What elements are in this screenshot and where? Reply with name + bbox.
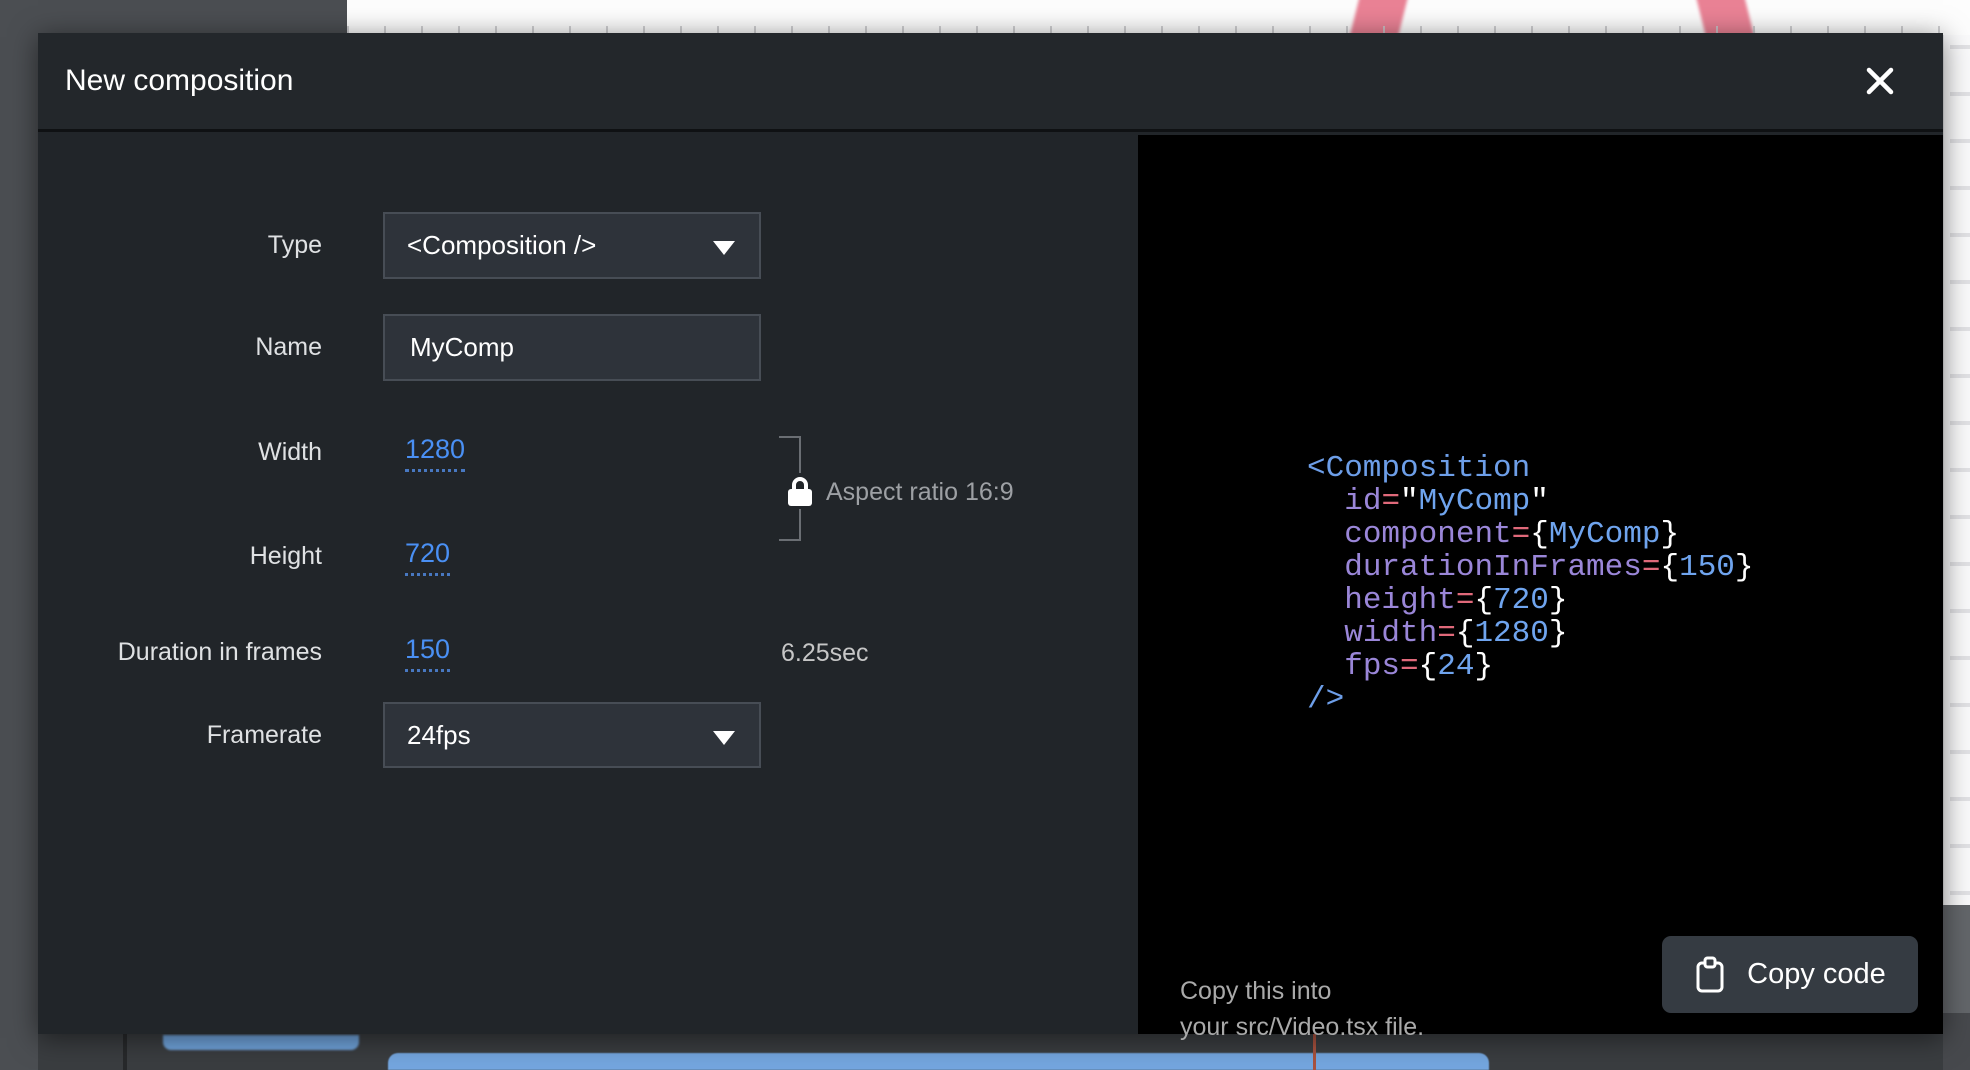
code-preview-panel: <Composition id="MyComp" component={MyCo… <box>1138 135 1943 1034</box>
code-token: } <box>1661 517 1680 552</box>
code-token: = <box>1381 484 1400 519</box>
width-label: Width <box>38 434 322 470</box>
aspect-bracket-bottom-tick <box>779 539 800 541</box>
code-token: } <box>1549 583 1568 618</box>
type-select-value: <Composition /> <box>407 230 596 260</box>
duration-label: Duration in frames <box>38 634 322 670</box>
code-token: { <box>1419 649 1438 684</box>
code-token: " <box>1530 484 1549 519</box>
composition-form: Type <Composition /> Name MyComp Width 1… <box>38 135 1138 1034</box>
width-value-link[interactable]: 1280 <box>405 434 465 472</box>
framerate-label: Framerate <box>38 702 322 768</box>
code-token <box>1307 484 1344 519</box>
name-input-value: MyComp <box>410 332 514 362</box>
code-token: " <box>1400 484 1419 519</box>
background-right-panel <box>1943 35 1970 905</box>
clipboard-icon <box>1694 956 1726 994</box>
code-token: } <box>1549 616 1568 651</box>
background-topleft-block <box>0 0 347 35</box>
code-token: } <box>1474 649 1493 684</box>
code-token <box>1307 517 1344 552</box>
lock-icon <box>786 473 814 509</box>
chevron-down-icon <box>713 731 735 745</box>
code-token: id <box>1344 484 1381 519</box>
background-right-gray <box>1943 905 1970 1013</box>
code-token: { <box>1474 583 1493 618</box>
timeline-blue-tab <box>163 1035 359 1050</box>
code-token: { <box>1530 517 1549 552</box>
name-input[interactable]: MyComp <box>383 314 761 381</box>
code-token: = <box>1642 550 1661 585</box>
chevron-down-icon <box>713 241 735 255</box>
duration-seconds-label: 6.25sec <box>781 636 869 670</box>
code-token: /> <box>1307 682 1344 717</box>
code-token: = <box>1400 649 1419 684</box>
close-icon[interactable] <box>1863 64 1897 98</box>
code-token: component <box>1344 517 1511 552</box>
code-token <box>1307 583 1344 618</box>
background-timeline-strip <box>38 1034 1943 1070</box>
duration-value-link[interactable]: 150 <box>405 634 450 672</box>
code-block: <Composition id="MyComp" component={MyCo… <box>1307 452 1754 716</box>
code-token <box>1307 550 1344 585</box>
type-select[interactable]: <Composition /> <box>383 212 761 279</box>
background-top-ruler <box>347 0 1970 35</box>
framerate-select[interactable]: 24fps <box>383 702 761 768</box>
code-token: MyComp <box>1549 517 1661 552</box>
new-composition-dialog: New composition Type <Composition /> Nam… <box>38 33 1943 1034</box>
code-token: = <box>1437 616 1456 651</box>
code-token: height <box>1344 583 1456 618</box>
code-token <box>1307 616 1344 651</box>
code-token: { <box>1456 616 1475 651</box>
background-left-strip <box>0 0 38 1070</box>
type-label: Type <box>38 212 322 279</box>
background-right-dark <box>1943 1013 1970 1070</box>
aspect-ratio-label: Aspect ratio 16:9 <box>826 478 1014 506</box>
height-value-link[interactable]: 720 <box>405 538 450 576</box>
code-token: 720 <box>1493 583 1549 618</box>
framerate-select-value: 24fps <box>407 720 471 750</box>
code-caption: Copy this into your src/Video.tsx file. <box>1180 973 1424 1045</box>
dialog-title: New composition <box>65 33 293 129</box>
code-token: 150 <box>1679 550 1735 585</box>
timeline-divider-line <box>123 1034 127 1070</box>
code-token: <Composition <box>1307 451 1530 486</box>
name-label: Name <box>38 314 322 381</box>
code-token: width <box>1344 616 1437 651</box>
dialog-titlebar: New composition <box>38 33 1943 132</box>
code-token: = <box>1456 583 1475 618</box>
code-token: durationInFrames <box>1344 550 1642 585</box>
code-token: MyComp <box>1419 484 1531 519</box>
aspect-bracket-top-tick <box>779 436 800 438</box>
code-token: } <box>1735 550 1754 585</box>
code-caption-line1: Copy this into <box>1180 973 1424 1009</box>
height-label: Height <box>38 538 322 574</box>
timeline-blue-bar <box>388 1053 1489 1070</box>
copy-code-label: Copy code <box>1747 958 1886 991</box>
code-token: = <box>1512 517 1531 552</box>
code-token: 1280 <box>1474 616 1548 651</box>
copy-code-button[interactable]: Copy code <box>1662 936 1918 1013</box>
code-caption-line2: your src/Video.tsx file. <box>1180 1009 1424 1045</box>
code-token <box>1307 649 1344 684</box>
code-token: fps <box>1344 649 1400 684</box>
code-token: 24 <box>1437 649 1474 684</box>
code-token: { <box>1660 550 1679 585</box>
remotion-editor-screen: New composition Type <Composition /> Nam… <box>0 0 1970 1070</box>
